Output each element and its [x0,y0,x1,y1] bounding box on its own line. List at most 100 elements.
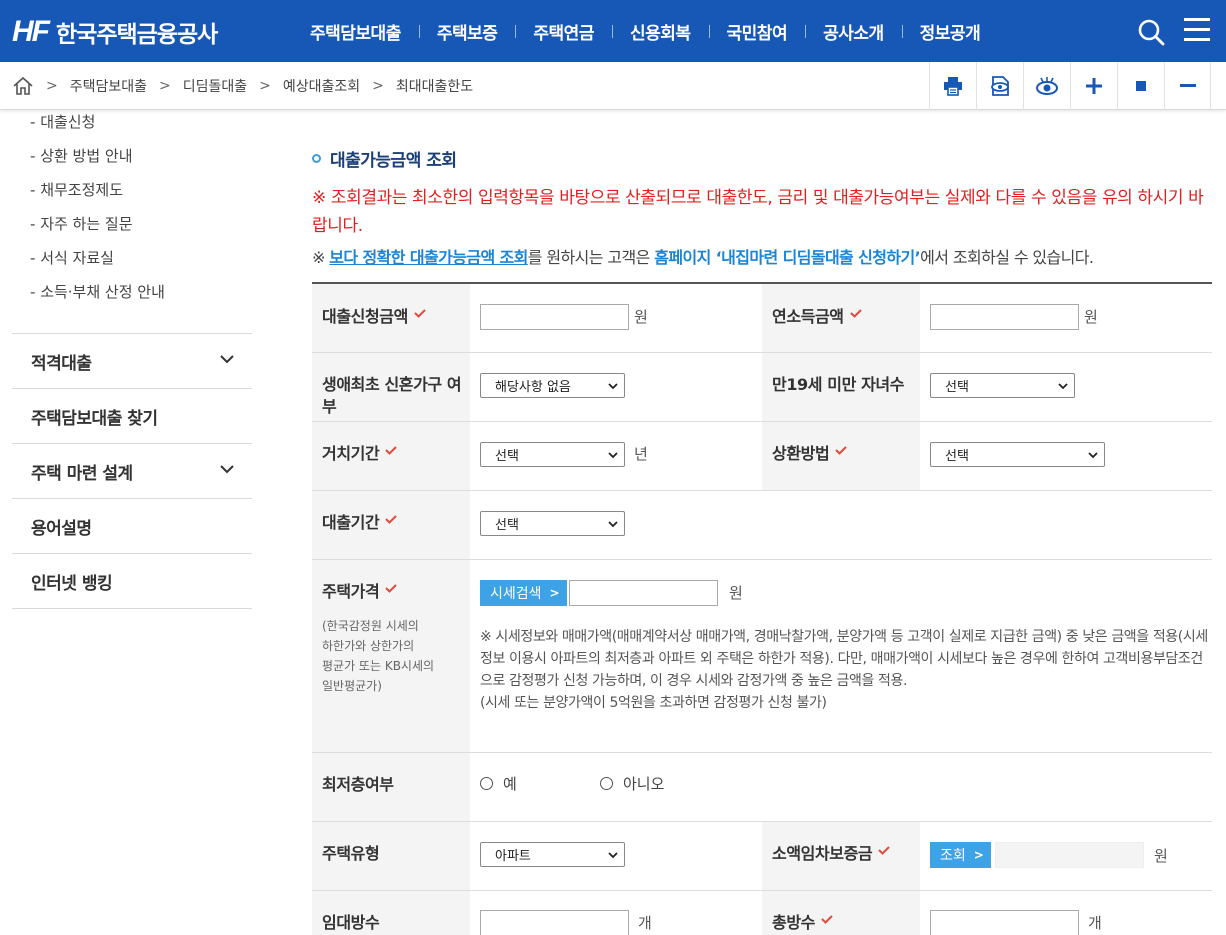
house-price-unit: 원 [729,584,743,602]
required-check-icon [835,446,847,455]
form-row: 대출기간 선택 [312,491,1212,560]
sidebar-divider [12,608,252,609]
small-deposit-readonly-field [995,842,1144,868]
lowest-floor-label: 최저층여부 [322,775,394,794]
nav-item-about[interactable]: 공사소개 [805,19,902,44]
chevron-down-icon [608,852,618,859]
total-rooms-unit: 개 [1088,914,1102,932]
chevron-down-icon [608,452,618,459]
radio-icon [480,777,493,790]
document-eye-icon [991,76,1009,96]
radio-icon [600,777,613,790]
sidebar-sub-item[interactable]: 서식 자료실 [30,247,114,268]
sidebar-sub-item[interactable]: 소득·부채 산정 안내 [30,281,165,302]
print-icon [944,77,962,96]
form-label-cell: 대출신청금액 [312,284,470,352]
select-value: 선택 [945,449,969,464]
form-row: 주택가격 (한국감정원 시세의 하한가와 상한가의 평균가 또는 KB시세의 일… [312,560,1212,753]
hamburger-menu-icon[interactable] [1184,18,1212,44]
sidebar-item-find-mortgage[interactable]: 주택담보대출 찾기 [12,388,252,443]
children-select[interactable]: 선택 [930,373,1075,398]
total-rooms-label: 총방수 [772,912,833,934]
form-label-cell: 주택유형 [312,822,470,890]
nav-item-credit[interactable]: 신용회복 [611,19,709,44]
small-deposit-label: 소액임차보증금 [772,843,890,865]
house-type-select[interactable]: 아파트 [480,842,625,867]
form-row: 임대방수 개 총방수 개 [312,891,1212,935]
accurate-inquiry-link[interactable]: 보다 정확한 대출가능금액 조회 [329,248,528,267]
eye-icon [1036,77,1058,95]
price-search-button[interactable]: 시세검색 > [480,580,567,606]
rental-rooms-unit: 개 [638,914,652,932]
deposit-lookup-button[interactable]: 조회 > [930,842,991,868]
chevron-right-icon: > [549,586,560,600]
radio-label: 예 [503,775,517,793]
nav-item-guarantee[interactable]: 주택보증 [418,19,516,44]
bullet-icon [312,154,321,163]
first-newlywed-select[interactable]: 해당사항 없음 [480,373,625,398]
children-label: 만19세 미만 자녀수 [772,375,905,394]
nav-item-participation[interactable]: 국민참여 [708,19,806,44]
view-page-button[interactable] [976,62,1023,110]
form-row: 생애최초 신혼가구 여부 해당사항 없음 만19세 미만 자녀수 선택 [312,353,1212,422]
print-button[interactable] [929,62,976,110]
form-label-cell: 생애최초 신혼가구 여부 [312,353,470,421]
section-title: 대출가능금액 조회 [312,146,457,171]
required-check-icon [385,584,397,593]
total-rooms-input[interactable] [930,910,1079,935]
zoom-in-button[interactable] [1070,62,1117,110]
chevron-down-icon [1058,383,1068,390]
required-check-icon [385,515,397,524]
chevron-down-icon [220,465,234,474]
low-vision-button[interactable] [1023,62,1070,110]
select-value: 선택 [945,380,969,395]
form-row: 주택유형 아파트 소액임차보증금 조회 > 원 [312,822,1212,891]
nav-item-mortgage[interactable]: 주택담보대출 [292,19,419,44]
sidebar-item-internet-banking[interactable]: 인터넷 뱅킹 [12,553,252,608]
rental-rooms-label: 임대방수 [322,913,380,932]
sidebar-item-glossary[interactable]: 용어설명 [12,498,252,553]
loan-term-select[interactable]: 선택 [480,511,625,536]
required-check-icon [385,446,397,455]
rental-rooms-input[interactable] [480,910,629,935]
nav-item-pension[interactable]: 주택연금 [515,19,612,44]
first-newlywed-label: 생애최초 신혼가구 여부 [322,375,462,416]
sidebar-sub-item[interactable]: 대출신청 [30,111,95,132]
info-mid: 를 원하시는 고객은 [527,248,655,267]
sidebar-sub-item[interactable]: 채무조정제도 [30,179,123,200]
sidebar-item-housing-plan[interactable]: 주택 마련 설계 [12,443,252,498]
info-suffix: 에서 조회하실 수 있습니다. [920,248,1094,267]
hf-logo[interactable]: HF 한국주택금융공사 [12,12,218,52]
form-label-cell: 상환방법 [762,422,920,490]
sidebar-item-label: 인터넷 뱅킹 [31,573,113,594]
breadcrumb-item[interactable]: 예상대출조회 [283,76,360,96]
zoom-out-button[interactable] [1164,62,1211,110]
grace-period-select[interactable]: 선택 [480,442,625,467]
breadcrumb-item[interactable]: 주택담보대출 [70,76,147,96]
repayment-method-label: 상환방법 [772,443,847,465]
select-value: 해당사항 없음 [495,380,571,395]
repayment-method-select[interactable]: 선택 [930,442,1105,467]
deposit-lookup-label: 조회 [940,848,966,864]
home-icon[interactable] [12,76,34,96]
breadcrumb-item[interactable]: 디딤돌대출 [183,76,247,96]
annual-income-input[interactable] [930,304,1079,330]
page-tools [929,62,1211,110]
sidebar-sub-item[interactable]: 자주 하는 질문 [30,213,132,234]
required-check-icon [849,309,862,318]
breadcrumb-item-current[interactable]: 최대대출한도 [396,76,473,96]
zoom-reset-button[interactable] [1117,62,1164,110]
sidebar-item-conforming-loan[interactable]: 적격대출 [12,333,252,388]
didimdol-apply-link[interactable]: 홈페이지 ‘내집마련 디딤돌대출 신청하기’ [654,248,921,267]
house-price-input[interactable] [569,580,718,606]
sidebar-sub-item[interactable]: 상환 방법 안내 [30,145,132,166]
sidebar-item-label: 주택담보대출 찾기 [31,408,158,429]
select-value: 선택 [495,449,519,464]
lowest-floor-yes-radio[interactable]: 예 [480,773,517,794]
nav-item-disclosure[interactable]: 정보공개 [901,19,999,44]
loan-amount-input[interactable] [480,304,629,330]
chevron-down-icon [1088,452,1098,459]
select-value: 선택 [495,518,519,533]
lowest-floor-no-radio[interactable]: 아니오 [600,773,664,794]
search-icon[interactable] [1137,18,1165,46]
